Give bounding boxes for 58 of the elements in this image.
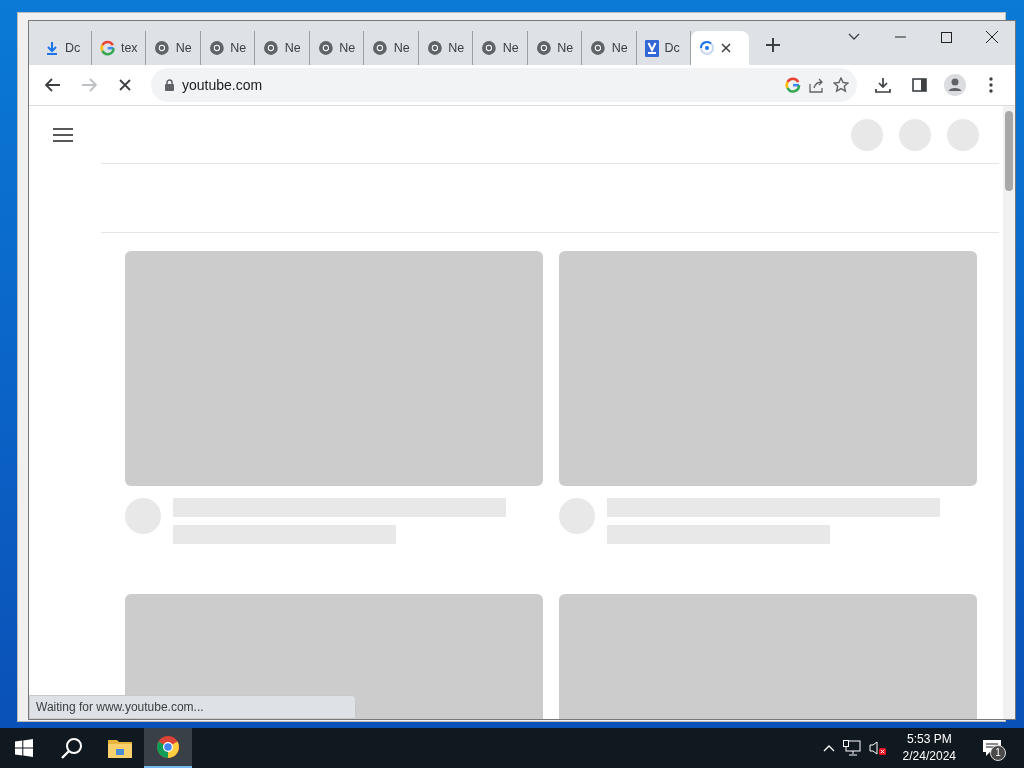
lock-icon [165, 79, 174, 91]
close-icon [986, 31, 998, 43]
chevron-down-icon [848, 33, 860, 41]
globe-icon [372, 40, 388, 56]
chevron-up-icon[interactable] [822, 744, 835, 752]
status-bubble: Waiting for www.youtube.com... [29, 695, 356, 719]
minimize-icon [894, 36, 906, 38]
browser-tab[interactable] [691, 31, 749, 65]
browser-tab[interactable]: Ne [255, 31, 310, 65]
folder-icon [108, 738, 132, 758]
browser-tab[interactable]: Ne [200, 31, 255, 65]
browser-tab[interactable]: Ne [527, 31, 582, 65]
document-icon [644, 39, 659, 57]
person-icon [944, 74, 966, 96]
browser-tab[interactable]: Ne [146, 31, 201, 65]
url-text: youtube.com [182, 75, 264, 95]
globe-icon [426, 40, 443, 56]
side-panel-icon [911, 78, 927, 92]
globe-icon [317, 40, 334, 56]
forward-arrow-icon [81, 78, 97, 92]
browser-tab[interactable]: Dc [37, 31, 92, 65]
address-bar[interactable]: youtube.com [151, 68, 857, 102]
google-icon [99, 40, 115, 56]
globe-icon [590, 40, 606, 56]
globe-icon [263, 40, 279, 56]
download-icon [875, 77, 891, 93]
download-icon [45, 41, 59, 55]
search-icon [61, 737, 83, 759]
loading-icon [699, 40, 715, 56]
globe-icon [208, 40, 225, 56]
notification-button[interactable]: 1 [972, 728, 1012, 768]
globe-icon [481, 40, 497, 56]
scrollbar-thumb[interactable] [1005, 111, 1013, 191]
chrome-icon [156, 735, 180, 759]
browser-tab[interactable]: Ne [418, 31, 473, 65]
browser-tab[interactable]: Ne [582, 31, 637, 65]
browser-tab[interactable]: Ne [364, 31, 419, 65]
plus-icon [766, 38, 780, 52]
menu-icon[interactable] [53, 127, 73, 142]
share-icon[interactable] [809, 77, 825, 93]
google-lens-icon[interactable] [785, 77, 801, 93]
network-icon[interactable] [842, 740, 861, 756]
back-arrow-icon [45, 78, 61, 92]
more-icon [989, 77, 993, 93]
star-icon[interactable] [833, 77, 849, 93]
taskbar-app[interactable] [144, 728, 192, 768]
globe-icon [154, 40, 170, 56]
clock[interactable]: 5:53 PM 2/24/2024 [894, 731, 964, 765]
stop-icon [119, 79, 131, 91]
browser-tab[interactable]: Ne [473, 31, 528, 65]
globe-icon [535, 40, 552, 56]
close-icon[interactable] [721, 43, 731, 53]
speaker-muted-icon[interactable] [868, 740, 887, 756]
browser-tab[interactable]: tex [91, 31, 146, 65]
browser-tab[interactable]: Ne [309, 31, 364, 65]
windows-icon [15, 739, 33, 757]
maximize-icon [940, 31, 952, 43]
browser-tab[interactable]: Dc [636, 31, 691, 65]
